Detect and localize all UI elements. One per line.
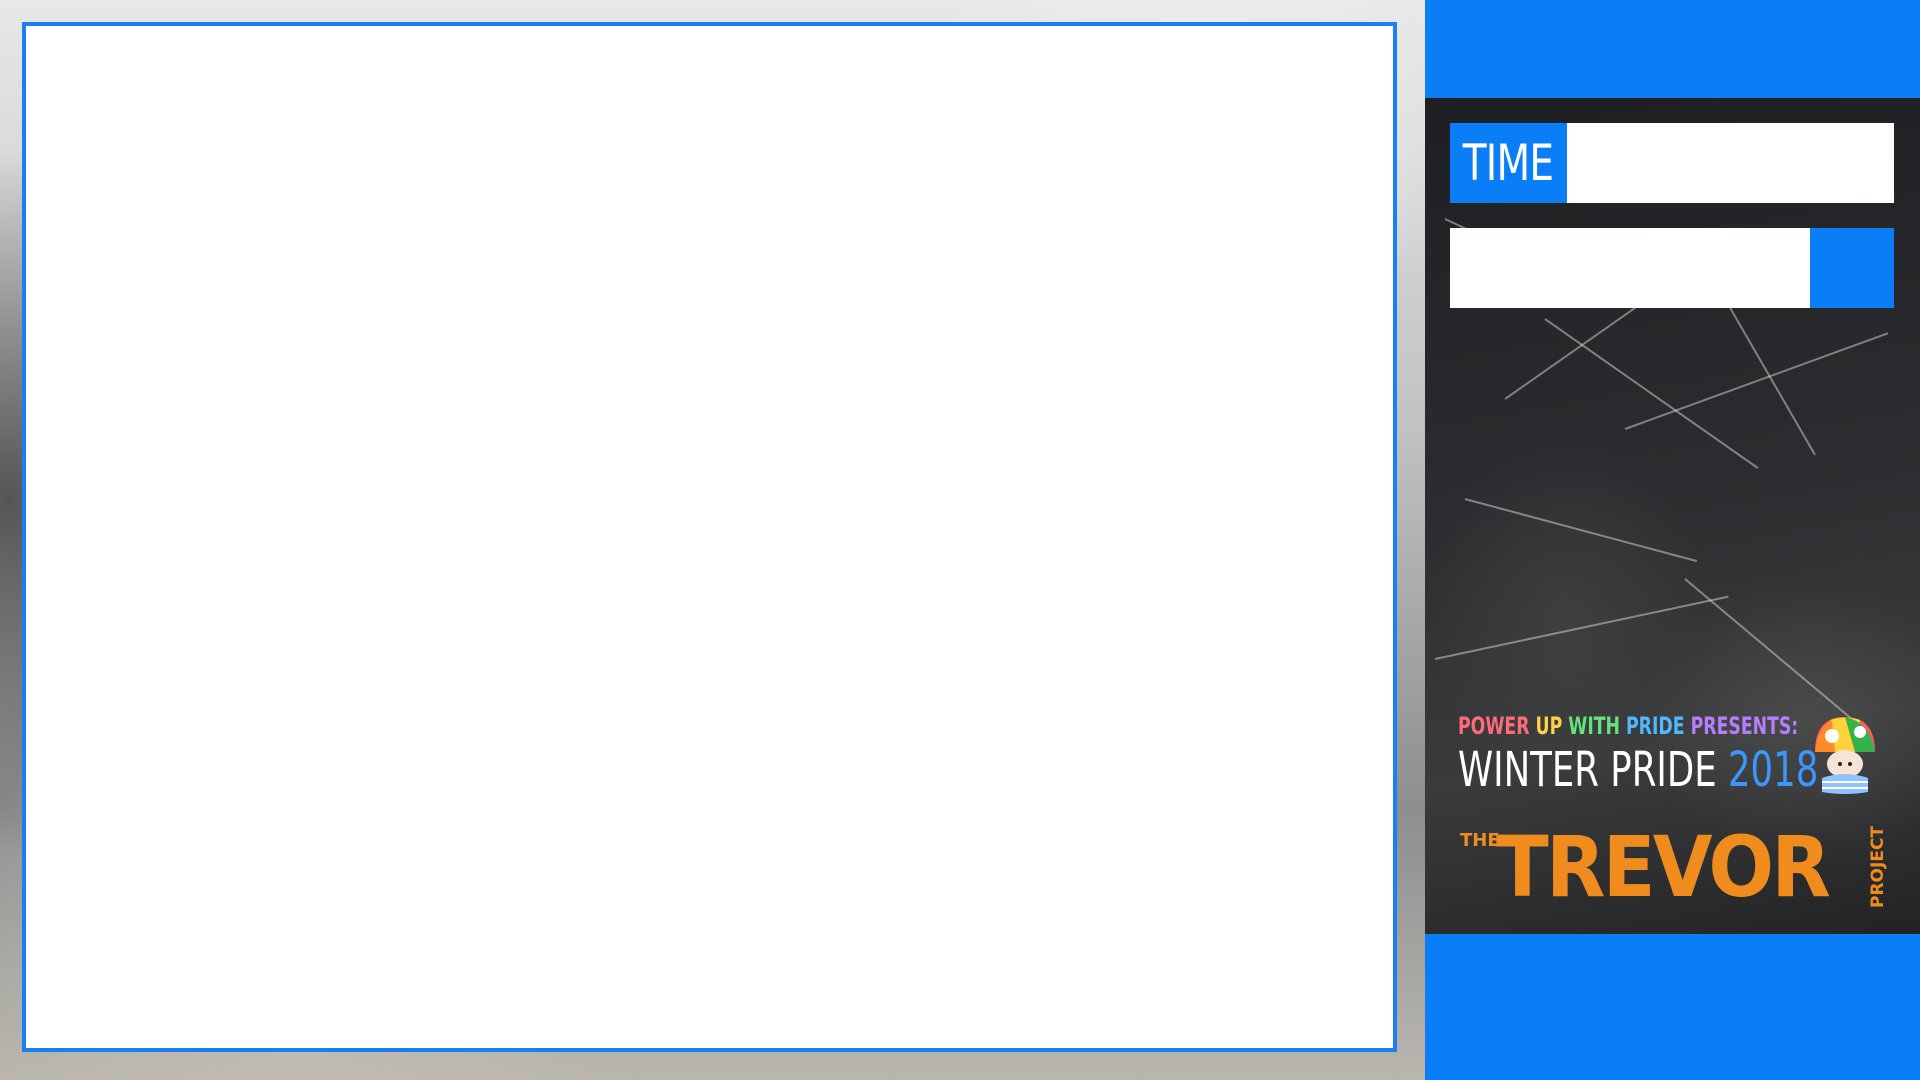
trevor-logo-name: TREVOR xyxy=(1496,818,1831,916)
logo-word-presents: PRESENTS: xyxy=(1690,712,1799,740)
timer-box: TIME xyxy=(1450,123,1894,203)
progress-bar xyxy=(1450,228,1894,308)
logo-word-with: WITH xyxy=(1568,712,1620,740)
trevor-logo-the: THE xyxy=(1460,830,1500,851)
trevor-project-logo: THE TREVOR PROJECT xyxy=(1458,818,1888,916)
logo-word-pride: PRIDE xyxy=(1626,712,1685,740)
logo-word-up: UP xyxy=(1535,712,1563,740)
timer-label-block: TIME xyxy=(1450,123,1567,203)
logo-event-name: WINTER PRIDE xyxy=(1458,742,1717,798)
logo-event-year: 2018 xyxy=(1727,742,1819,798)
rainbow-mushroom-mascot-icon xyxy=(1815,717,1875,794)
game-capture-area xyxy=(22,22,1397,1052)
progress-bar-fill xyxy=(1809,228,1894,308)
logo-event-title: WINTER PRIDE 2018 xyxy=(1458,742,1818,798)
winter-pride-logo: POWER UP WITH PRIDE PRESENTS: WINTER PRI… xyxy=(1458,712,1888,916)
trevor-logo-project: PROJECT xyxy=(1868,825,1888,908)
logo-word-power: POWER xyxy=(1458,712,1530,740)
logo-presents-line: POWER UP WITH PRIDE PRESENTS: xyxy=(1458,712,1798,740)
timer-label: TIME xyxy=(1463,134,1554,192)
